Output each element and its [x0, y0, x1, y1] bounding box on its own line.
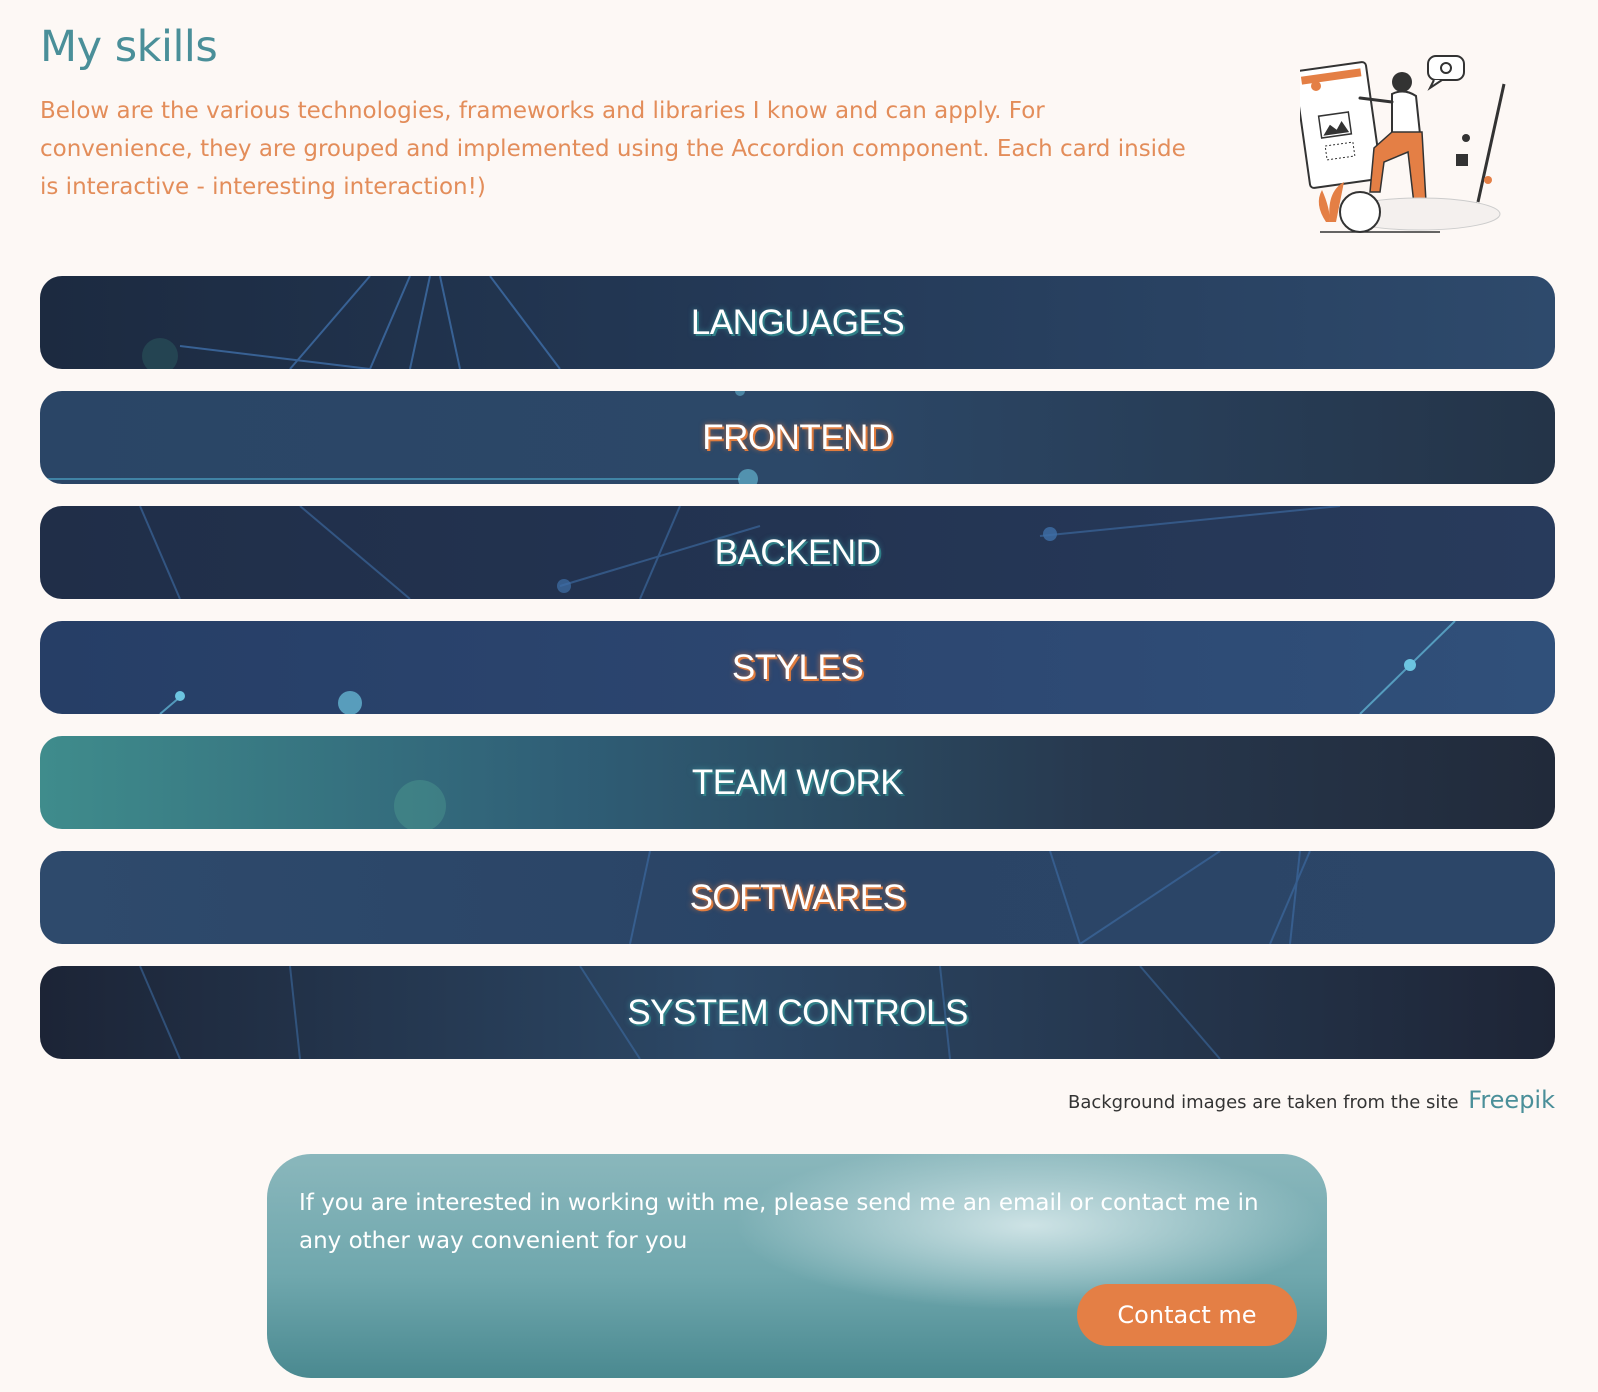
accordion-label: BACKEND — [714, 532, 881, 572]
accordion-label: STYLES — [731, 647, 864, 687]
image-credit: Background images are taken from the sit… — [1068, 1086, 1555, 1114]
contact-card: If you are interested in working with me… — [267, 1154, 1327, 1378]
accordion-label: SOFTWARES — [689, 877, 906, 917]
contact-text: If you are interested in working with me… — [299, 1190, 1259, 1254]
accordion-label: TEAM WORK — [691, 762, 904, 802]
accordion-item-softwares[interactable]: SOFTWARES — [40, 851, 1555, 944]
credit-text: Background images are taken from the sit… — [1067, 1092, 1459, 1113]
freepik-link[interactable]: Freepik — [1468, 1086, 1555, 1114]
accordion-item-frontend[interactable]: FRONTEND — [40, 391, 1555, 484]
accordion-item-languages[interactable]: LANGUAGES — [40, 276, 1555, 369]
page-title: My skills — [40, 22, 218, 72]
accordion-item-team-work[interactable]: TEAM WORK — [40, 736, 1555, 829]
intro-text: Below are the various technologies, fram… — [40, 98, 1186, 200]
skills-accordion: LANGUAGES FRONTEND BACKEND STYLES TEAM W… — [40, 276, 1555, 1081]
contact-me-button[interactable]: Contact me — [1077, 1284, 1297, 1346]
accordion-item-system-controls[interactable]: SYSTEM CONTROLS — [40, 966, 1555, 1059]
designer-illustration — [1300, 55, 1506, 233]
accordion-label: SYSTEM CONTROLS — [627, 992, 968, 1032]
accordion-item-backend[interactable]: BACKEND — [40, 506, 1555, 599]
accordion-label: LANGUAGES — [690, 302, 905, 342]
accordion-item-styles[interactable]: STYLES — [40, 621, 1555, 714]
accordion-label: FRONTEND — [702, 417, 893, 457]
